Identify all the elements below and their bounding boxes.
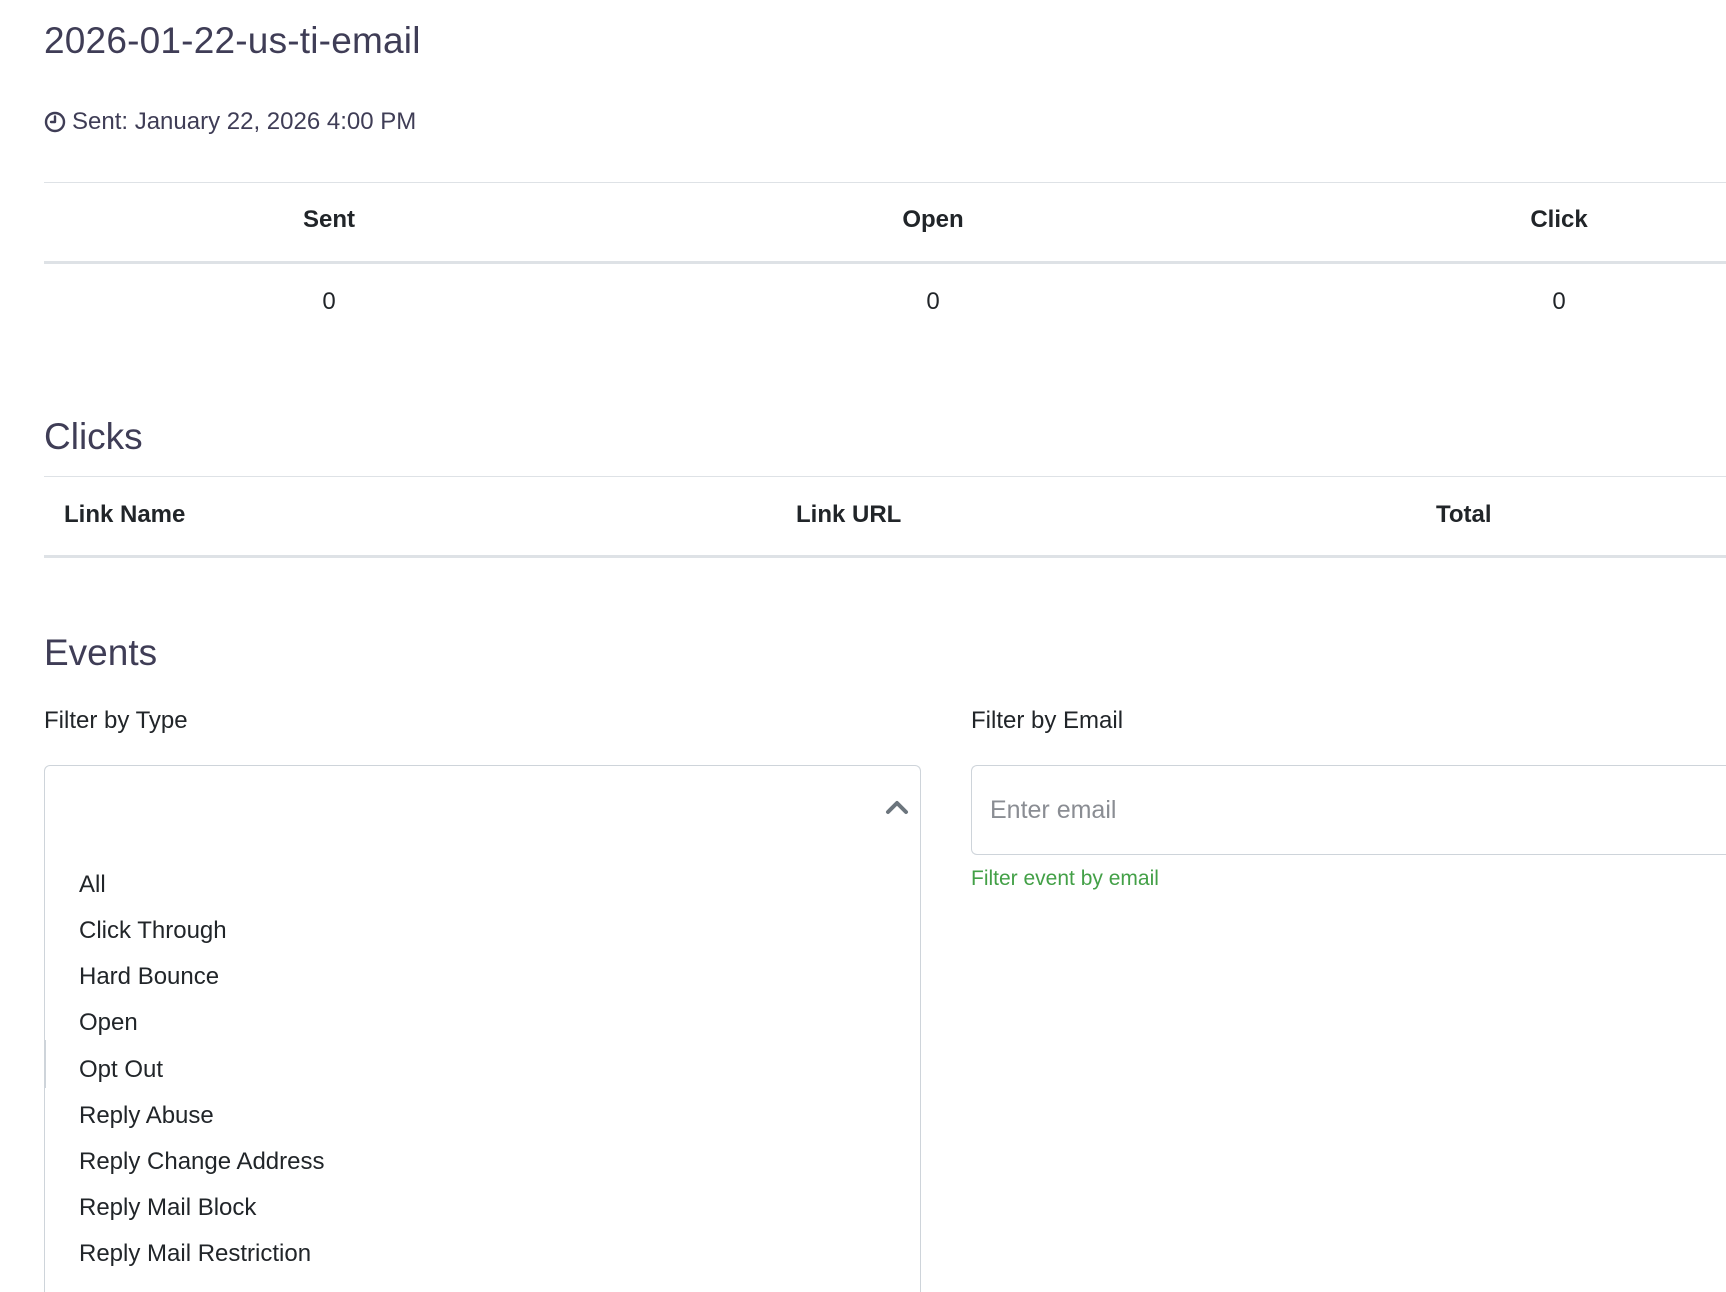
option-reply-change-address[interactable]: Reply Change Address <box>79 1148 324 1176</box>
stats-table-header: Sent Open Click <box>44 182 1726 264</box>
stats-value-sent: 0 <box>322 288 336 315</box>
clicks-section-title: Clicks <box>44 416 143 457</box>
underlying-border <box>44 1040 46 1088</box>
option-reply-mail-restriction[interactable]: Reply Mail Restriction <box>79 1240 311 1268</box>
stats-value-click: 0 <box>1552 288 1566 315</box>
stats-header-sent: Sent <box>302 206 356 233</box>
option-hard-bounce[interactable]: Hard Bounce <box>79 963 219 991</box>
option-reply-abuse[interactable]: Reply Abuse <box>79 1102 214 1130</box>
option-click-through[interactable]: Click Through <box>79 917 227 945</box>
email-filter-help-text: Filter event by email <box>971 867 1159 890</box>
clicks-header-total: Total <box>1436 501 1492 528</box>
stats-value-open: 0 <box>926 288 940 315</box>
clicks-table-header: Link Name Link URL Total <box>44 476 1726 558</box>
stats-table: Sent Open Click 0 0 0 <box>44 182 1726 344</box>
filter-email-label: Filter by Email <box>971 707 1124 734</box>
stats-header-click: Click <box>1530 206 1588 233</box>
option-opt-out[interactable]: Opt Out <box>79 1056 163 1084</box>
page-title: 2026-01-22-us-ti-email <box>44 20 421 61</box>
filter-type-dropdown: All Click Through Hard Bounce Open Opt O… <box>44 853 921 1292</box>
option-reply-mail-block[interactable]: Reply Mail Block <box>79 1194 256 1222</box>
clicks-header-link-url: Link URL <box>796 501 902 528</box>
filter-type-select[interactable] <box>44 765 921 854</box>
option-all[interactable]: All <box>79 871 106 899</box>
email-filter-input[interactable] <box>971 765 1726 855</box>
filter-type-label: Filter by Type <box>44 707 188 734</box>
chevron-up-icon[interactable] <box>884 796 910 818</box>
clicks-header-link-name: Link Name <box>64 501 186 528</box>
stats-header-open: Open <box>902 206 964 233</box>
stats-table-row: 0 0 0 <box>44 264 1726 344</box>
sent-info: Sent: January 22, 2026 4:00 PM <box>44 108 416 136</box>
option-open[interactable]: Open <box>79 1009 138 1037</box>
events-section-title: Events <box>44 632 158 673</box>
sent-timestamp: Sent: January 22, 2026 4:00 PM <box>72 108 417 135</box>
clock-icon <box>44 111 66 133</box>
email-report-page: 2026-01-22-us-ti-email Sent: January 22,… <box>44 0 1726 1292</box>
